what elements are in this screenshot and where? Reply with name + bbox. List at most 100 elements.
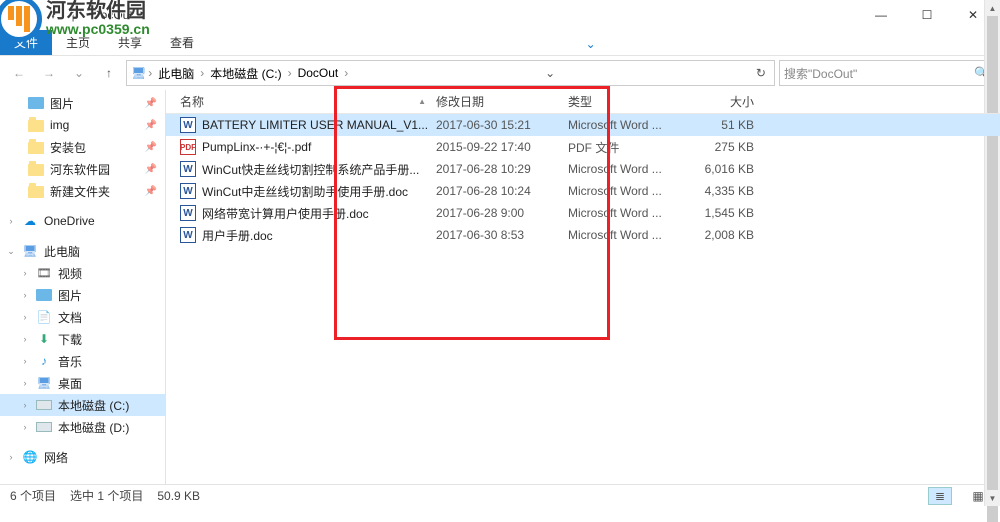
- crumb-docout[interactable]: DocOut: [294, 64, 343, 82]
- search-placeholder: 搜索"DocOut": [784, 65, 857, 82]
- details-view-button[interactable]: ≣: [928, 487, 952, 505]
- word-file-icon: W: [180, 205, 196, 221]
- sidebar-thispc-label: 此电脑: [44, 243, 80, 260]
- file-date: 2017-06-30 15:21: [436, 114, 568, 136]
- pin-icon: 📌: [145, 164, 157, 175]
- ribbon-chevron-icon[interactable]: ⌄: [576, 33, 606, 55]
- sidebar-pc-item-5[interactable]: › 🖥 桌面: [0, 372, 165, 394]
- tab-view[interactable]: 查看: [156, 30, 208, 55]
- sidebar-network-label: 网络: [44, 449, 68, 466]
- word-file-icon: W: [180, 117, 196, 133]
- file-size: 275 KB: [680, 136, 770, 158]
- sidebar-pc-item-7[interactable]: ›本地磁盘 (D:): [0, 416, 165, 438]
- file-date: 2017-06-28 10:29: [436, 158, 568, 180]
- file-name: 网络带宽计算用户使用手册.doc: [202, 205, 369, 222]
- sort-asc-icon: ▲: [418, 97, 426, 106]
- file-name: PumpLinx-·+-¦€¦-.pdf: [202, 140, 311, 154]
- sidebar-onedrive[interactable]: › ☁ OneDrive: [0, 210, 165, 232]
- sidebar: 图片📌img📌安装包📌河东软件园📌新建文件夹📌 › ☁ OneDrive ⌄ 🖥…: [0, 90, 166, 484]
- word-file-icon: W: [180, 183, 196, 199]
- chevron-down-icon: ⌄: [6, 246, 16, 257]
- address-bar[interactable]: 🖥 › 此电脑 › 本地磁盘 (C:) › DocOut › ⌄ ↻: [126, 60, 775, 86]
- minimize-button[interactable]: —: [858, 0, 904, 30]
- file-size: 6,016 KB: [680, 158, 770, 180]
- col-name[interactable]: 名称▲: [180, 90, 436, 113]
- sidebar-item-label: img: [50, 118, 69, 132]
- file-row[interactable]: W用户手册.doc2017-06-30 8:53Microsoft Word .…: [166, 224, 1000, 246]
- col-date[interactable]: 修改日期: [436, 90, 568, 113]
- file-type: PDF 文件: [568, 136, 680, 158]
- col-type[interactable]: 类型: [568, 90, 680, 113]
- crumb-sep-icon: ›: [148, 66, 152, 80]
- file-row[interactable]: W网络带宽计算用户使用手册.doc2017-06-28 9:00Microsof…: [166, 202, 1000, 224]
- sidebar-item-4[interactable]: 新建文件夹📌: [0, 180, 165, 202]
- sidebar-pc-item-1[interactable]: ›图片: [0, 284, 165, 306]
- col-size[interactable]: 大小: [680, 90, 770, 113]
- maximize-button[interactable]: ☐: [904, 0, 950, 30]
- sidebar-thispc[interactable]: ⌄ 🖥 此电脑: [0, 240, 165, 262]
- nav-bar: ← → ⌄ ↑ 🖥 › 此电脑 › 本地磁盘 (C:) › DocOut › ⌄…: [0, 56, 1000, 90]
- up-button[interactable]: ↑: [96, 60, 122, 86]
- titlebar: ▭ ▾ | DocOut — ☐ ✕: [0, 0, 1000, 30]
- sidebar-item-3[interactable]: 河东软件园📌: [0, 158, 165, 180]
- chevron-right-icon: ›: [20, 378, 30, 388]
- folder-icon: [28, 164, 44, 176]
- chevron-right-icon: ›: [20, 334, 30, 344]
- addr-dropdown-icon[interactable]: ⌄: [541, 66, 559, 80]
- crumb-drive-c[interactable]: 本地磁盘 (C:): [206, 63, 285, 84]
- sidebar-pc-item-3[interactable]: › ⬇ 下载: [0, 328, 165, 350]
- sidebar-item-0[interactable]: 图片📌: [0, 92, 165, 114]
- file-date: 2017-06-28 9:00: [436, 202, 568, 224]
- sidebar-pc-item-0[interactable]: ›🎞视频: [0, 262, 165, 284]
- word-file-icon: W: [180, 161, 196, 177]
- file-row[interactable]: WWinCut快走丝线切割控制系统产品手册...2017-06-28 10:29…: [166, 158, 1000, 180]
- sidebar-pc-item-6[interactable]: ›本地磁盘 (C:): [0, 394, 165, 416]
- desktop-icon: 🖥: [36, 375, 52, 391]
- history-dropdown-icon[interactable]: ⌄: [66, 60, 92, 86]
- pin-icon: 📌: [145, 142, 157, 153]
- sidebar-pc-item-4[interactable]: ›♪音乐: [0, 350, 165, 372]
- file-row[interactable]: PDF PumpLinx-·+-¦€¦-.pdf 2015-09-22 17:40P…: [166, 136, 1000, 158]
- chevron-right-icon: ›: [6, 216, 16, 226]
- watermark-overlay: 河东软件园 www.pc0359.cn: [0, 0, 150, 42]
- chevron-right-icon: ›: [20, 268, 30, 278]
- file-size: 1,545 KB: [680, 202, 770, 224]
- file-size: 4,335 KB: [680, 180, 770, 202]
- refresh-button[interactable]: ↻: [752, 66, 770, 80]
- music-icon: ♪: [36, 353, 52, 369]
- status-count: 6 个项目: [10, 487, 56, 504]
- pic-icon: [28, 97, 44, 109]
- pin-icon: 📌: [145, 120, 157, 131]
- forward-button[interactable]: →: [36, 60, 62, 86]
- pdf-file-icon: PDF: [180, 139, 196, 155]
- search-input[interactable]: 搜索"DocOut" 🔍: [779, 60, 994, 86]
- folder-icon: [28, 142, 44, 154]
- drive-icon: [36, 400, 52, 410]
- status-selected: 选中 1 个项目: [70, 487, 143, 504]
- file-type: Microsoft Word ...: [568, 224, 680, 246]
- watermark-text-url: www.pc0359.cn: [46, 22, 150, 37]
- file-date: 2015-09-22 17:40: [436, 136, 568, 158]
- file-row[interactable]: W BATTERY LIMITER USER MANUAL_V1... 2017-0…: [166, 114, 1000, 136]
- column-headers: 名称▲ 修改日期 类型 大小: [166, 90, 1000, 114]
- chevron-right-icon: ›: [6, 452, 16, 462]
- status-bar: 6 个项目 选中 1 个项目 50.9 KB ≣ ▦: [0, 484, 1000, 506]
- back-button[interactable]: ←: [6, 60, 32, 86]
- sidebar-pc-label: 图片: [58, 287, 82, 304]
- sidebar-network[interactable]: › 🌐 网络: [0, 446, 165, 468]
- download-icon: ⬇: [36, 331, 52, 347]
- file-name: BATTERY LIMITER USER MANUAL_V1...: [202, 118, 428, 132]
- pin-icon: 📌: [145, 98, 157, 109]
- crumb-thispc[interactable]: 此电脑: [154, 63, 198, 84]
- sidebar-pc-item-2[interactable]: ›📄文档: [0, 306, 165, 328]
- sidebar-item-1[interactable]: img 📌: [0, 114, 165, 136]
- sidebar-pc-label: 本地磁盘 (C:): [58, 397, 129, 414]
- sidebar-pc-label: 下载: [58, 331, 82, 348]
- sidebar-item-2[interactable]: 安装包📌: [0, 136, 165, 158]
- ribbon-tabs: 文件 主页 共享 查看 ⌄ ?: [0, 30, 1000, 56]
- file-row[interactable]: WWinCut中走丝线切割助手使用手册.doc2017-06-28 10:24M…: [166, 180, 1000, 202]
- sidebar-pc-label: 桌面: [58, 375, 82, 392]
- folder-icon: [28, 186, 44, 198]
- addr-pc-icon: 🖥: [131, 66, 146, 80]
- sidebar-onedrive-label: OneDrive: [44, 214, 95, 228]
